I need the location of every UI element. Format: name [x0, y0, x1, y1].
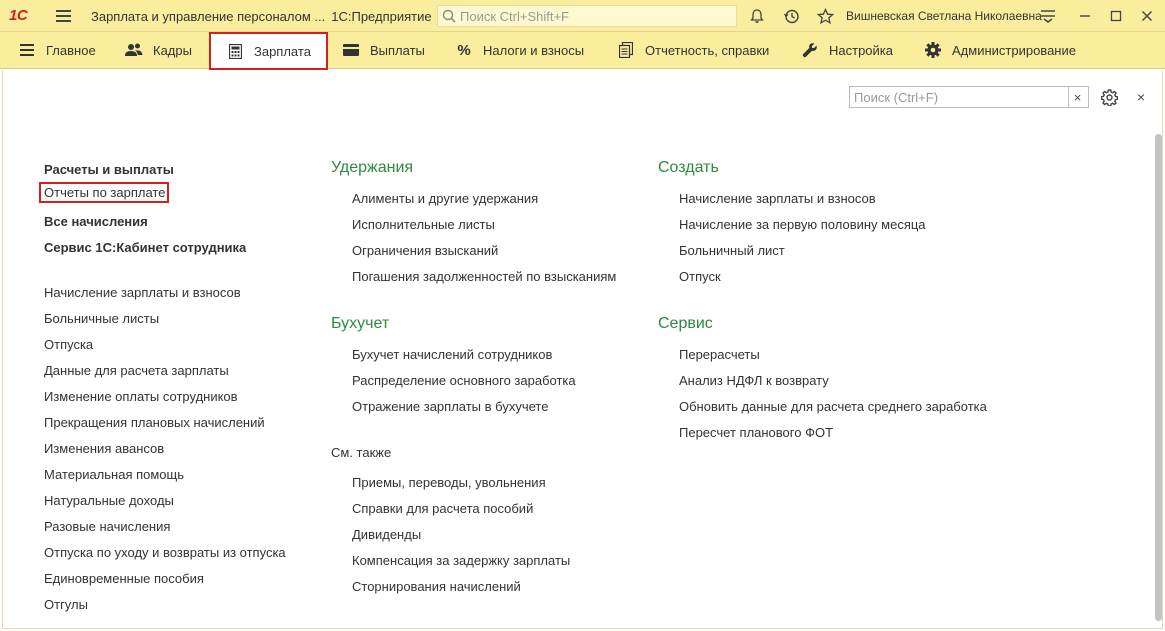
section-taxes[interactable]: % Налоги и взносы [455, 32, 584, 68]
wallet-icon [342, 41, 360, 59]
percent-icon: % [457, 41, 471, 59]
group-link[interactable]: Исполнительные листы [352, 217, 495, 232]
group-link[interactable]: Алименты и другие удержания [352, 191, 538, 206]
group-link[interactable]: Погашения задолженностей по взысканиям [352, 269, 616, 284]
nav-list-item[interactable]: Больничные листы [44, 311, 159, 326]
calculator-icon [226, 42, 244, 60]
nav-list-item[interactable]: Прекращения плановых начислений [44, 415, 265, 430]
section-payments[interactable]: Выплаты [342, 32, 425, 68]
nav-list-item[interactable]: Начисление зарплаты и взносов [44, 285, 241, 300]
group-link[interactable]: Справки для расчета пособий [352, 501, 533, 516]
nav-list-item[interactable]: Отпуска по уходу и возвраты из отпуска [44, 545, 286, 560]
group-link[interactable]: Ограничения взысканий [352, 243, 498, 258]
group-title-see-also: См. также [331, 445, 392, 460]
section-salary[interactable]: Зарплата [209, 32, 328, 70]
people-icon [125, 41, 143, 59]
section-reporting[interactable]: Отчетность, справки [617, 32, 769, 68]
nav-list-item[interactable]: Отпуска [44, 337, 93, 352]
group-link[interactable]: Обновить данные для расчета среднего зар… [679, 399, 987, 414]
group-link[interactable]: Сторнирования начислений [352, 579, 521, 594]
clear-search-button[interactable]: × [1067, 86, 1089, 108]
section-label: Выплаты [370, 42, 425, 58]
window-title: Зарплата и управление персоналом ... 1С:П… [91, 9, 432, 24]
panel-close-button[interactable]: × [1133, 87, 1149, 107]
nav-list-item[interactable]: Изменение оплаты сотрудников [44, 389, 238, 404]
history-icon[interactable] [782, 7, 800, 25]
scrollbar[interactable] [1155, 134, 1162, 621]
section-label: Налоги и взносы [483, 42, 585, 58]
group-link[interactable]: Отражение зарплаты в бухучете [352, 399, 548, 414]
group-link[interactable]: Пересчет планового ФОТ [679, 425, 833, 440]
wrench-icon [801, 41, 819, 59]
section-label: Администрирование [952, 42, 1076, 58]
section-settings[interactable]: Настройка [801, 32, 893, 68]
group-link[interactable]: Бухучет начислений сотрудников [352, 347, 552, 362]
group-title-accounting: Бухучет [331, 315, 390, 332]
section-label: Настройка [829, 42, 893, 58]
group-link[interactable]: Компенсация за задержку зарплаты [352, 553, 570, 568]
group-link[interactable]: Отпуск [679, 269, 721, 284]
platform-name: 1С:Предприятие [331, 9, 432, 24]
group-link[interactable]: Больничный лист [679, 243, 785, 258]
nav-salary-reports[interactable]: Отчеты по зарплате [39, 182, 170, 203]
documents-icon [617, 41, 635, 59]
panel-search[interactable] [849, 86, 1069, 108]
nav-list-item[interactable]: Отгулы [44, 597, 88, 612]
nav-list-item[interactable]: Разовые начисления [44, 519, 170, 534]
nav-employee-cabinet[interactable]: Сервис 1С:Кабинет сотрудника [44, 240, 246, 255]
window-close-icon[interactable] [1136, 5, 1158, 27]
section-label: Зарплата [254, 43, 311, 59]
group-link[interactable]: Распределение основного заработка [352, 373, 576, 388]
nav-settlements[interactable]: Расчеты и выплаты [44, 162, 174, 177]
nav-all-accruals[interactable]: Все начисления [44, 214, 148, 229]
group-link[interactable]: Перерасчеты [679, 347, 760, 362]
panel-settings-gear-icon[interactable] [1099, 87, 1119, 107]
menu-icon [18, 41, 36, 59]
favorites-star-icon[interactable] [816, 7, 834, 25]
section-administration[interactable]: Администрирование [924, 32, 1076, 68]
group-link[interactable]: Начисление зарплаты и взносов [679, 191, 876, 206]
current-user[interactable]: Вишневская Светлана Николаевна [846, 9, 1042, 23]
group-link[interactable]: Дивиденды [352, 527, 421, 542]
group-link[interactable]: Приемы, переводы, увольнения [352, 475, 546, 490]
minimize-icon[interactable] [1074, 5, 1096, 27]
nav-list-item[interactable]: Натуральные доходы [44, 493, 174, 508]
sections-bar: Главное Кадры Зарплата Выплаты % Налоги … [0, 32, 1165, 70]
nav-list-item[interactable]: Единовременные пособия [44, 571, 204, 586]
section-label: Отчетность, справки [645, 42, 770, 58]
nav-list-item[interactable]: Изменения авансов [44, 441, 164, 456]
app-logo: 1С [9, 7, 28, 24]
global-search-input[interactable] [460, 8, 730, 24]
section-staff[interactable]: Кадры [125, 32, 192, 68]
section-main[interactable]: Главное [18, 32, 96, 68]
maximize-icon[interactable] [1105, 5, 1127, 27]
nav-list-item[interactable]: Данные для расчета зарплаты [44, 363, 229, 378]
title-bar: 1С Зарплата и управление персоналом ... 1… [0, 0, 1165, 32]
group-title-create: Создать [658, 159, 719, 176]
search-icon [442, 9, 456, 23]
settings-lines-icon[interactable] [1037, 5, 1059, 27]
group-link[interactable]: Анализ НДФЛ к возврату [679, 373, 829, 388]
global-search[interactable] [437, 5, 737, 27]
nav-list-item[interactable]: Материальная помощь [44, 467, 184, 482]
section-label: Кадры [153, 42, 192, 58]
group-link[interactable]: Начисление за первую половину месяца [679, 217, 926, 232]
main-menu-icon[interactable] [56, 10, 71, 22]
gear-icon [924, 41, 942, 59]
group-title-service: Сервис [658, 315, 713, 332]
app-name: Зарплата и управление персоналом ... [91, 9, 326, 24]
panel-search-input[interactable] [850, 89, 1064, 105]
bell-icon[interactable] [748, 7, 766, 25]
section-label: Главное [46, 42, 96, 58]
group-title-deductions: Удержания [331, 159, 414, 176]
